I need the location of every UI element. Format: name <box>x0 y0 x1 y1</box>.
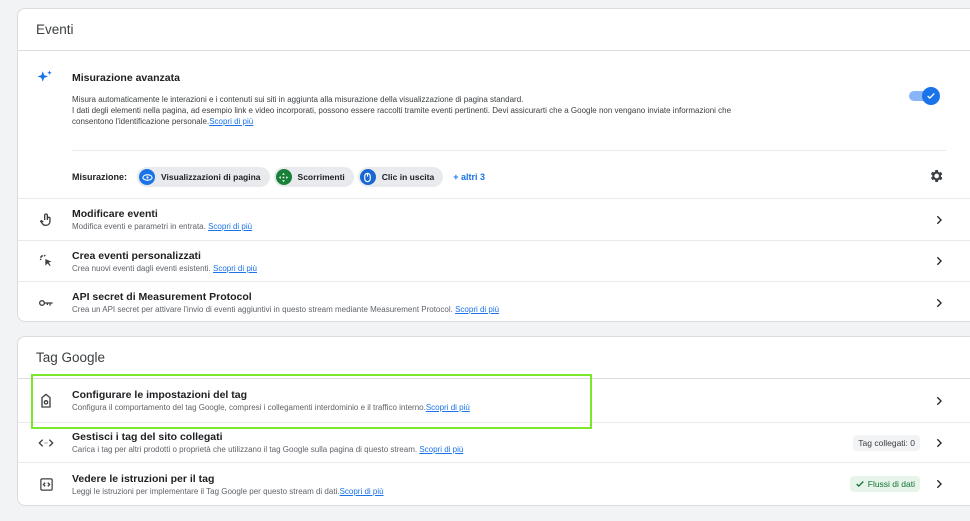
code-icon <box>36 433 56 453</box>
linked-tags-sub: Carica i tag per altri prodotti o propri… <box>72 444 463 455</box>
move-icon <box>275 169 292 185</box>
chip-pageviews-label: Visualizzazioni di pagina <box>161 172 261 182</box>
chip-pageviews[interactable]: Visualizzazioni di pagina <box>137 167 270 187</box>
tag-instructions-desc: Leggi le istruzioni per implementare il … <box>72 486 340 496</box>
more-chips-link[interactable]: + altri 3 <box>453 172 485 182</box>
enhanced-measurement-desc: Misura automaticamente le interazioni e … <box>72 94 892 127</box>
enhanced-measurement-title: Misurazione avanzata <box>72 72 180 84</box>
desc-line-1: Misura automaticamente le interazioni e … <box>72 95 524 104</box>
configure-tag-desc: Configura il comportamento del tag Googl… <box>72 403 426 412</box>
chevron-right-icon[interactable] <box>932 213 946 227</box>
chip-scrolls-label: Scorrimenti <box>297 172 345 182</box>
tag-instructions-row[interactable]: Vedere le istruzioni per il tag Leggi le… <box>18 463 970 505</box>
configure-tag-title: Configurare le impostazioni del tag <box>72 389 248 401</box>
create-events-row[interactable]: Crea eventi personalizzati Crea nuovi ev… <box>18 241 970 282</box>
configure-tag-sub: Configura il comportamento del tag Googl… <box>72 402 470 413</box>
chip-outbound[interactable]: Clic in uscita <box>357 167 444 187</box>
tag-icon <box>36 391 56 411</box>
linked-tags-row[interactable]: Gestisci i tag del sito collegati Carica… <box>18 423 970 463</box>
desc-line-2: I dati degli elementi nella pagina, ad e… <box>72 106 732 115</box>
modify-events-link[interactable]: Scopri di più <box>208 222 252 231</box>
eventi-card: Eventi Misurazione avanzata Misura autom… <box>17 8 970 322</box>
linked-tags-badge: Tag collegati: 0 <box>853 434 920 451</box>
api-secret-title: API secret di Measurement Protocol <box>72 291 252 303</box>
tag-google-header: Tag Google <box>18 337 970 379</box>
chevron-right-icon[interactable] <box>932 436 946 450</box>
touch-icon <box>36 210 56 230</box>
chevron-right-icon[interactable] <box>932 296 946 310</box>
chip-outbound-label: Clic in uscita <box>381 172 435 182</box>
tag-instructions-sub: Leggi le istruzioni per implementare il … <box>72 486 384 497</box>
configure-tag-link[interactable]: Scopri di più <box>426 403 470 412</box>
divider <box>72 150 946 151</box>
key-icon <box>36 293 56 313</box>
sparkle-icon <box>36 69 54 92</box>
desc-line-3: consentono l'identificazione personale.S… <box>72 116 892 127</box>
enhanced-measurement-toggle[interactable] <box>909 87 940 105</box>
check-icon <box>927 93 935 99</box>
create-events-sub: Crea nuovi eventi dagli eventi esistenti… <box>72 263 257 274</box>
data-streams-badge: Flussi di dati <box>849 476 920 492</box>
create-events-title: Crea eventi personalizzati <box>72 249 201 262</box>
linked-tags-link[interactable]: Scopri di più <box>419 445 463 454</box>
modify-events-title: Modificare eventi <box>72 208 158 220</box>
api-secret-desc: Crea un API secret per attivare l'invio … <box>72 305 453 314</box>
create-events-desc: Crea nuovi eventi dagli eventi esistenti… <box>72 263 211 273</box>
linked-tags-title: Gestisci i tag del sito collegati <box>72 431 223 443</box>
eventi-header: Eventi <box>18 9 970 51</box>
linked-tags-desc: Carica i tag per altri prodotti o propri… <box>72 445 418 454</box>
eye-icon <box>139 169 156 185</box>
api-secret-link[interactable]: Scopri di più <box>455 305 499 314</box>
mouse-icon <box>359 169 376 185</box>
tag-google-card: Tag Google Configurare le impostazioni d… <box>17 336 970 506</box>
learn-more-link[interactable]: Scopri di più <box>209 117 253 126</box>
api-secret-sub: Crea un API secret per attivare l'invio … <box>72 304 499 315</box>
chevron-right-icon[interactable] <box>932 254 946 268</box>
chip-scrolls[interactable]: Scorrimenti <box>273 167 354 187</box>
chevron-right-icon[interactable] <box>932 477 946 491</box>
check-icon <box>855 481 864 487</box>
create-events-link[interactable]: Scopri di più <box>213 264 257 273</box>
sparkle-click-icon <box>36 251 56 271</box>
api-secret-row[interactable]: API secret di Measurement Protocol Crea … <box>18 282 970 323</box>
gear-icon[interactable] <box>928 168 944 189</box>
data-streams-badge-label: Flussi di dati <box>867 479 915 489</box>
desc-line-3-text: consentono l'identificazione personale. <box>72 117 210 126</box>
measurement-label: Misurazione: <box>72 172 128 182</box>
code-box-icon <box>36 474 56 494</box>
measurement-row: Misurazione: Visualizzazioni di pagina S… <box>72 167 485 187</box>
tag-instructions-link[interactable]: Scopri di più <box>340 487 384 496</box>
enhanced-measurement-section: Misurazione avanzata Misura automaticame… <box>18 51 970 199</box>
tag-instructions-title: Vedere le istruzioni per il tag <box>72 472 215 485</box>
configure-tag-row[interactable]: Configurare le impostazioni del tag Conf… <box>18 379 970 423</box>
modify-events-desc: Modifica eventi e parametri in entrata. <box>72 222 206 231</box>
modify-events-row[interactable]: Modificare eventi Modifica eventi e para… <box>18 199 970 241</box>
modify-events-sub: Modifica eventi e parametri in entrata. … <box>72 221 252 232</box>
chevron-right-icon[interactable] <box>932 394 946 408</box>
